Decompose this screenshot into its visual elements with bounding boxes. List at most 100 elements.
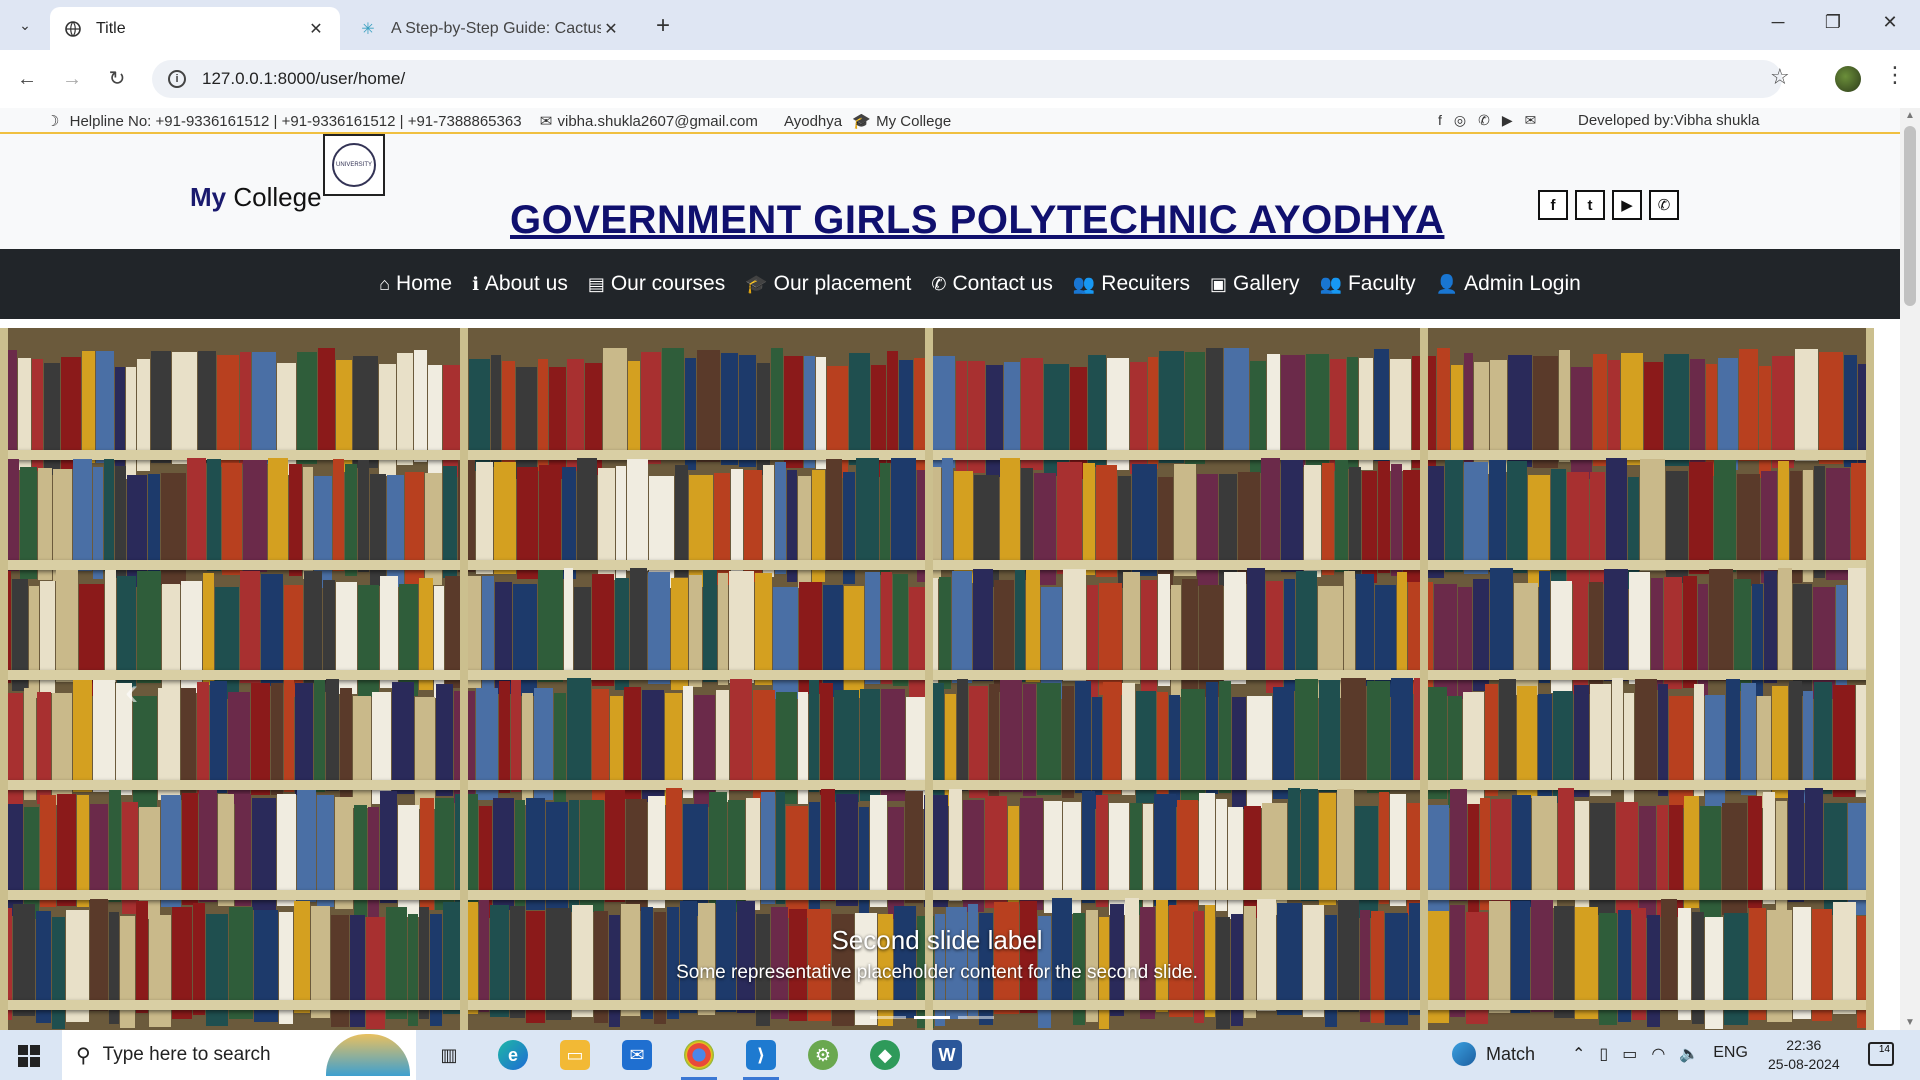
book-spine bbox=[754, 573, 772, 685]
book-spine bbox=[271, 683, 284, 795]
instagram-icon[interactable]: ◎ bbox=[1454, 112, 1466, 129]
weather-widget[interactable]: Match bbox=[1452, 1042, 1535, 1066]
book-spine bbox=[136, 901, 149, 1013]
page-scrollbar[interactable]: ▲ ▼ bbox=[1900, 108, 1920, 1030]
book-spine bbox=[647, 572, 670, 684]
twitter-icon[interactable]: t bbox=[1575, 190, 1605, 220]
clock[interactable]: 22:36 25-08-2024 bbox=[1768, 1036, 1840, 1074]
book-spine bbox=[1833, 902, 1857, 1014]
chevron-up-icon[interactable]: ⌃ bbox=[1572, 1044, 1585, 1064]
book-spine bbox=[855, 458, 879, 570]
nav-label: About us bbox=[484, 272, 568, 295]
envelope-icon[interactable]: ✉ bbox=[1525, 112, 1537, 129]
site-info-icon[interactable]: i bbox=[168, 70, 186, 88]
whatsapp-icon[interactable]: ✆ bbox=[1649, 190, 1679, 220]
brand-name[interactable]: My College bbox=[190, 182, 322, 213]
profile-avatar[interactable] bbox=[1835, 66, 1861, 92]
file-explorer-icon[interactable]: ▭ bbox=[560, 1040, 590, 1070]
book-spine bbox=[414, 350, 428, 462]
college-link[interactable]: My College bbox=[876, 113, 951, 130]
carousel-indicator[interactable] bbox=[914, 1016, 950, 1019]
carousel-indicator[interactable] bbox=[870, 1016, 906, 1019]
bookmark-star-icon[interactable]: ☆ bbox=[1770, 64, 1790, 90]
book-spine bbox=[679, 901, 697, 1013]
back-icon[interactable]: ← bbox=[12, 64, 42, 94]
device-icon[interactable]: ▯ bbox=[1599, 1044, 1608, 1064]
windows-start-icon[interactable] bbox=[18, 1045, 40, 1067]
book-spine bbox=[1490, 568, 1513, 680]
scroll-down-icon[interactable]: ▼ bbox=[1905, 1017, 1915, 1028]
volume-icon[interactable]: 🔈 bbox=[1679, 1044, 1699, 1064]
nav-contact[interactable]: ✆ Contact us bbox=[931, 272, 1052, 296]
tab-close-icon[interactable]: ✕ bbox=[306, 19, 326, 39]
word-icon[interactable]: W bbox=[932, 1040, 962, 1070]
top-info-bar: ☽ Helpline No: +91-9336161512 | +91-9336… bbox=[0, 108, 1900, 134]
users-icon: 👥 bbox=[1319, 273, 1342, 294]
nav-label: Our placement bbox=[773, 272, 912, 295]
book-spine bbox=[865, 572, 880, 684]
book-spine bbox=[880, 572, 892, 684]
python-app-icon[interactable]: ⚙ bbox=[808, 1040, 838, 1070]
edge-icon[interactable]: e bbox=[498, 1040, 528, 1070]
college-logo: UNIVERSITY bbox=[323, 134, 385, 196]
book-spine bbox=[771, 348, 784, 460]
reload-icon[interactable]: ↻ bbox=[102, 64, 132, 94]
facebook-icon[interactable]: f bbox=[1538, 190, 1568, 220]
carousel-indicator[interactable] bbox=[958, 1016, 994, 1019]
wifi-icon[interactable]: ◠ bbox=[1651, 1044, 1665, 1064]
forward-icon[interactable]: → bbox=[57, 64, 87, 94]
tab-search-button[interactable]: ⌄ bbox=[10, 10, 40, 40]
youtube-icon[interactable]: ▶ bbox=[1612, 190, 1642, 220]
email-link[interactable]: vibha.shukla2607@gmail.com bbox=[557, 113, 757, 130]
tab-inactive[interactable]: ✳ A Step-by-Step Guide: Cactus o ✕ bbox=[345, 7, 635, 50]
vscode-icon[interactable]: ⟩ bbox=[746, 1040, 776, 1070]
battery-icon[interactable]: ▭ bbox=[1622, 1044, 1637, 1064]
chrome-icon[interactable] bbox=[684, 1040, 714, 1070]
book-spine bbox=[665, 788, 683, 900]
info-icon: ℹ bbox=[472, 273, 479, 294]
scroll-up-icon[interactable]: ▲ bbox=[1905, 110, 1915, 121]
maximize-icon[interactable]: ❐ bbox=[1813, 12, 1853, 33]
windows-taskbar: ⚲ Type here to search ▥ e ▭ ✉ ⟩ ⚙ ◆ W Ma… bbox=[0, 1030, 1920, 1080]
youtube-icon[interactable]: ▶ bbox=[1502, 112, 1513, 129]
task-view-icon[interactable]: ▥ bbox=[434, 1040, 464, 1070]
browser-menu-icon[interactable]: ⋮ bbox=[1884, 62, 1906, 88]
taskbar-search[interactable]: ⚲ Type here to search bbox=[62, 1030, 416, 1080]
book-spine bbox=[1199, 793, 1216, 905]
nav-faculty[interactable]: 👥 Faculty bbox=[1320, 272, 1416, 296]
tab-active[interactable]: Title ✕ bbox=[50, 7, 340, 50]
nav-about[interactable]: ℹ About us bbox=[472, 272, 568, 296]
book-spine bbox=[1604, 569, 1628, 681]
book-spine bbox=[182, 793, 199, 905]
new-tab-button[interactable]: + bbox=[650, 12, 676, 40]
nav-gallery[interactable]: ▣ Gallery bbox=[1210, 272, 1300, 296]
language-indicator[interactable]: ENG bbox=[1713, 1044, 1748, 1064]
nav-placement[interactable]: 🎓 Our placement bbox=[745, 272, 911, 296]
nav-admin-login[interactable]: 👤 Admin Login bbox=[1436, 272, 1581, 296]
book-spine bbox=[1322, 463, 1335, 575]
weather-text: Match bbox=[1486, 1043, 1536, 1064]
college-title[interactable]: GOVERNMENT GIRLS POLYTECHNIC AYODHYA bbox=[510, 198, 1444, 243]
scrollbar-thumb[interactable] bbox=[1904, 126, 1916, 306]
mail-icon[interactable]: ✉ bbox=[622, 1040, 652, 1070]
nav-recruiters[interactable]: 👥 Recuiters bbox=[1073, 272, 1190, 296]
web-page: ☽ Helpline No: +91-9336161512 | +91-9336… bbox=[0, 108, 1900, 1030]
tab-close-icon[interactable]: ✕ bbox=[601, 19, 621, 39]
book-spine bbox=[1819, 352, 1844, 464]
address-bar[interactable]: i 127.0.0.1:8000/user/home/ bbox=[152, 60, 1782, 98]
minimize-icon[interactable]: ─ bbox=[1758, 12, 1798, 33]
leaf-app-icon[interactable]: ◆ bbox=[870, 1040, 900, 1070]
book-spine bbox=[325, 679, 339, 791]
facebook-icon[interactable]: f bbox=[1438, 112, 1442, 129]
notification-icon[interactable]: 14 bbox=[1868, 1042, 1894, 1066]
book-spine bbox=[1020, 901, 1037, 1013]
nav-courses[interactable]: ▤ Our courses bbox=[588, 272, 725, 296]
book-spine bbox=[1640, 459, 1666, 571]
whatsapp-icon[interactable]: ✆ bbox=[1478, 112, 1490, 129]
close-window-icon[interactable]: ✕ bbox=[1870, 12, 1910, 33]
carousel-prev-icon[interactable]: ‹ bbox=[125, 670, 138, 715]
notification-count: 14 bbox=[1878, 1044, 1890, 1055]
book-spine bbox=[1337, 900, 1360, 1012]
nav-home[interactable]: ⌂ Home bbox=[379, 272, 452, 296]
seal-image: UNIVERSITY bbox=[332, 143, 376, 187]
